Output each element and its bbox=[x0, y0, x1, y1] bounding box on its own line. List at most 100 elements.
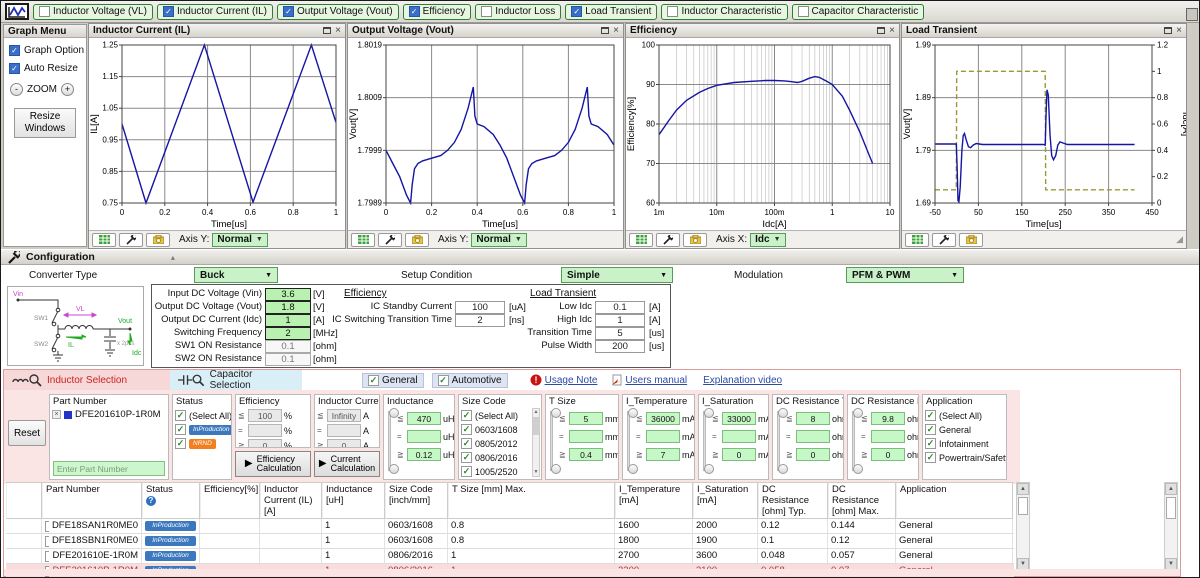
config-field-input[interactable]: 1.8 bbox=[265, 301, 311, 314]
scroll-up-icon[interactable]: ▲ bbox=[1165, 483, 1177, 495]
slider-knob[interactable] bbox=[628, 464, 638, 474]
modulation-select[interactable]: PFM & PWM▼ bbox=[846, 267, 964, 283]
filter-value-input[interactable]: 0 bbox=[796, 448, 830, 461]
auto-resize-toggle[interactable]: ✓ Auto Resize bbox=[9, 63, 86, 74]
resize-grip[interactable]: ◢ bbox=[1176, 234, 1183, 245]
help-icon[interactable]: ? bbox=[146, 496, 156, 506]
scrollbar-thumb[interactable] bbox=[533, 417, 539, 435]
filter-value-input[interactable] bbox=[722, 430, 756, 443]
filter-list-item[interactable]: ✓Infotainment bbox=[925, 438, 1004, 449]
table-header-cell[interactable]: I_Saturation [mA] bbox=[693, 483, 758, 519]
table-header-cell[interactable]: Inductor Current (IL) [A] bbox=[260, 483, 322, 519]
usage-note-link[interactable]: Usage Note bbox=[545, 375, 598, 386]
filter-list-item[interactable]: ✓InProduction bbox=[175, 424, 229, 435]
maximize-icon[interactable] bbox=[1164, 27, 1172, 34]
slider-knob[interactable] bbox=[704, 464, 714, 474]
config-field-input[interactable]: 2 bbox=[265, 327, 311, 340]
zoom-out-button[interactable]: - bbox=[10, 83, 23, 96]
configuration-section-header[interactable]: Configuration ▴ bbox=[1, 249, 1200, 265]
filter-value-input[interactable] bbox=[569, 430, 603, 443]
config-field-input[interactable]: 1 bbox=[265, 314, 311, 327]
filter-value-input[interactable]: 9.8 bbox=[871, 412, 905, 425]
axis-y-select[interactable]: Normal▼ bbox=[471, 233, 526, 247]
table-header-cell[interactable]: DC Resistance [ohm] Typ. bbox=[758, 483, 828, 519]
filter-value-input[interactable]: 0 bbox=[871, 448, 905, 461]
settings-button[interactable] bbox=[378, 233, 402, 247]
setup-condition-select[interactable]: Simple▼ bbox=[561, 267, 673, 283]
collapse-icon[interactable]: ▴ bbox=[171, 253, 175, 262]
table-row[interactable]: DFE18SAN1R0ME0InProduction10603/16080.81… bbox=[6, 519, 1014, 534]
automotive-checkbox[interactable]: ✓ Automotive bbox=[432, 373, 508, 388]
filter-value-input[interactable]: 5 bbox=[569, 412, 603, 425]
filter-list-item[interactable]: ✓(Select All) bbox=[175, 410, 229, 421]
table-header-cell[interactable]: Inductance [uH] bbox=[322, 483, 385, 519]
filter-value-input[interactable]: 0.12 bbox=[407, 448, 441, 461]
config-field-input[interactable]: 2 bbox=[455, 314, 505, 327]
snapshot-button[interactable] bbox=[146, 233, 170, 247]
filter-value-input[interactable]: 0.4 bbox=[569, 448, 603, 461]
scroll-up-icon[interactable]: ▲ bbox=[533, 409, 539, 416]
filter-value-input[interactable]: Infinity bbox=[327, 409, 361, 422]
filter-value-input[interactable] bbox=[327, 424, 361, 437]
filter-value-input[interactable]: 470 bbox=[407, 412, 441, 425]
toggle-output-voltage-vout[interactable]: ✓Output Voltage (Vout) bbox=[277, 4, 399, 20]
users-manual-link[interactable]: Users manual bbox=[625, 375, 687, 386]
filter-value-input[interactable]: 0 bbox=[722, 448, 756, 461]
converter-type-select[interactable]: Buck▼ bbox=[194, 267, 278, 283]
table-header-cell[interactable]: T Size [mm] Max. bbox=[448, 483, 615, 519]
slider-knob[interactable] bbox=[704, 408, 714, 418]
slider-knob[interactable] bbox=[778, 464, 788, 474]
filter-value-input[interactable]: 0 bbox=[248, 439, 282, 448]
table-row[interactable]: DFE18SBN1R0ME0InProduction10603/16080.81… bbox=[6, 534, 1014, 549]
filter-value-input[interactable] bbox=[646, 430, 680, 443]
scrollbar-thumb[interactable] bbox=[1018, 497, 1028, 515]
filter-value-input[interactable] bbox=[871, 430, 905, 443]
window-title-bar[interactable]: Load Transient × bbox=[902, 24, 1186, 38]
slider-knob[interactable] bbox=[389, 464, 399, 474]
graph-option-toggle[interactable]: ✓ Graph Option bbox=[9, 45, 86, 56]
filter-list-item[interactable]: ✓NRND bbox=[175, 438, 229, 449]
table-scrollbar[interactable]: ▲ ▼ bbox=[1016, 482, 1030, 571]
config-field-input[interactable]: 100 bbox=[455, 301, 505, 314]
zoom-in-button[interactable]: + bbox=[61, 83, 74, 96]
csv-save-button[interactable] bbox=[629, 233, 653, 247]
filter-list-item[interactable]: ✓(Select All) bbox=[461, 410, 539, 421]
maximize-icon[interactable] bbox=[877, 27, 885, 34]
tab-inductor-selection[interactable]: Inductor Selection bbox=[4, 370, 170, 390]
slider-knob[interactable] bbox=[853, 464, 863, 474]
slider-knob[interactable] bbox=[551, 464, 561, 474]
filter-value-input[interactable]: 8 bbox=[796, 412, 830, 425]
close-icon[interactable]: × bbox=[335, 26, 341, 36]
filter-value-input[interactable] bbox=[796, 430, 830, 443]
toggle-efficiency[interactable]: ✓Efficiency bbox=[403, 4, 472, 20]
efficiency-calculation-button[interactable]: ▶EfficiencyCalculation bbox=[235, 451, 311, 477]
table-header-cell[interactable]: Application bbox=[896, 483, 1013, 519]
filter-value-input[interactable]: 100 bbox=[248, 409, 282, 422]
list-scrollbar[interactable]: ▲▼ bbox=[532, 408, 540, 477]
filter-list-item[interactable]: ✓0806/2016 bbox=[461, 452, 539, 463]
filter-list-item[interactable]: ✓0603/1608 bbox=[461, 424, 539, 435]
scroll-up-icon[interactable]: ▲ bbox=[1017, 483, 1029, 495]
reset-button[interactable]: Reset bbox=[8, 420, 46, 446]
table-header-cell[interactable]: Size Code [inch/mm] bbox=[385, 483, 448, 519]
filter-value-input[interactable] bbox=[248, 424, 282, 437]
filter-list-item[interactable]: ✓(Select All) bbox=[925, 410, 1004, 421]
csv-save-button[interactable] bbox=[905, 233, 929, 247]
config-field-input[interactable]: 0.1 bbox=[265, 340, 311, 353]
table-header-cell[interactable]: Efficiency[%] bbox=[200, 483, 260, 519]
filter-value-input[interactable] bbox=[407, 430, 441, 443]
close-icon[interactable]: × bbox=[889, 26, 895, 36]
axis-x-select[interactable]: Idc▼ bbox=[750, 233, 785, 247]
close-icon[interactable]: × bbox=[613, 26, 619, 36]
config-field-input[interactable]: 200 bbox=[595, 340, 645, 353]
filter-value-input[interactable]: 33000 bbox=[722, 412, 756, 425]
maximize-icon[interactable] bbox=[601, 27, 609, 34]
toggle-load-transient[interactable]: ✓Load Transient bbox=[565, 4, 657, 20]
config-field-input[interactable]: 0.1 bbox=[595, 301, 645, 314]
filter-list-item[interactable]: ✓Powertrain/Safety bbox=[925, 452, 1004, 463]
toggle-inductor-loss[interactable]: Inductor Loss bbox=[475, 4, 561, 20]
snapshot-button[interactable] bbox=[959, 233, 983, 247]
settings-button[interactable] bbox=[119, 233, 143, 247]
explanation-video-link[interactable]: Explanation video bbox=[703, 375, 782, 386]
filter-value-input[interactable]: 0 bbox=[327, 439, 361, 448]
